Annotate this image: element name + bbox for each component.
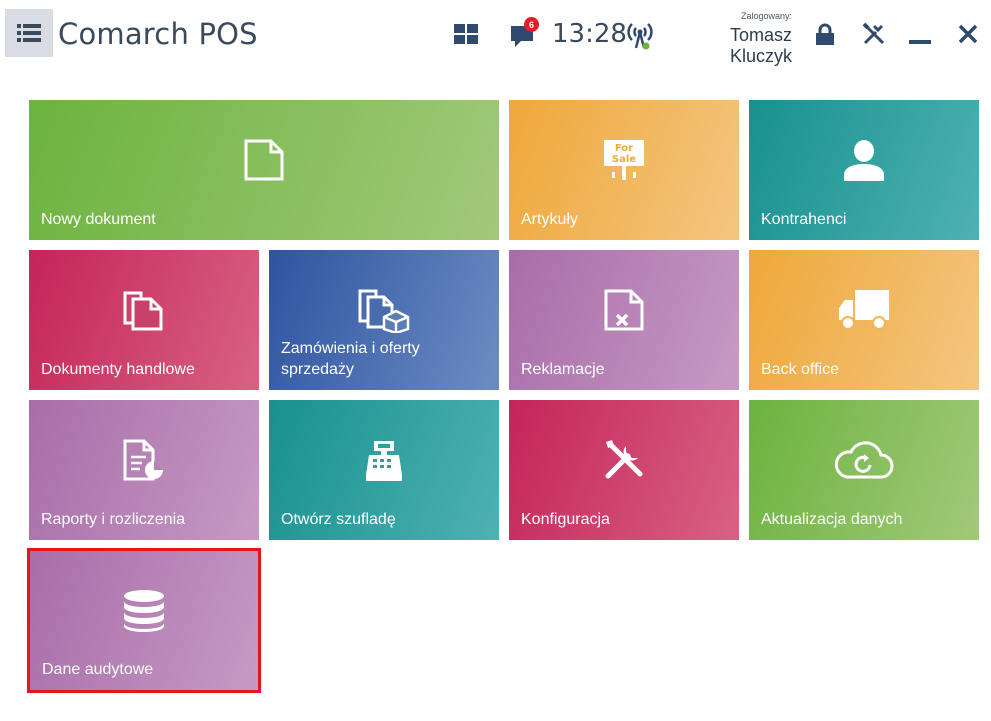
tile-label: Zamówienia i oferty sprzedaży: [281, 340, 420, 378]
antenna-icon: [627, 23, 653, 50]
documents-box-icon: [358, 289, 410, 333]
tile-konfiguracja[interactable]: Konfiguracja: [509, 400, 739, 540]
tile-label: Kontrahenci: [761, 211, 847, 228]
clock: 13:28: [552, 19, 627, 49]
menu-icon: [17, 24, 41, 42]
tile-label: Raporty i rozliczenia: [41, 511, 186, 528]
person-icon: [844, 140, 884, 181]
connection-status[interactable]: [626, 20, 654, 50]
minimize-icon: [909, 40, 931, 44]
tile-label: Otwórz szufladę: [281, 511, 396, 528]
lock-button[interactable]: [813, 22, 837, 46]
tile-kontrahenci[interactable]: Kontrahenci: [749, 100, 979, 240]
tile-label: Dokumenty handlowe: [41, 361, 195, 378]
documents-icon: [123, 291, 163, 331]
login-label: Zalogowany:: [740, 11, 792, 21]
tile-label: Aktualizacja danych: [761, 511, 903, 528]
tools-icon: [605, 440, 643, 479]
menu-button[interactable]: [5, 9, 53, 57]
close-button[interactable]: [956, 22, 980, 46]
document-icon: [244, 139, 284, 181]
tiles-view-button[interactable]: [453, 22, 479, 46]
cash-register-icon: [366, 441, 402, 481]
tile-label: Konfiguracja: [521, 511, 610, 528]
sign-text-sale: Sale: [612, 154, 636, 165]
top-bar: Comarch POS 6 13:28 Zalogowany: Tomasz K…: [0, 0, 991, 68]
tiles-icon: [454, 24, 478, 44]
tile-label: Nowy dokument: [41, 211, 156, 228]
tile-label: Artykuły: [521, 211, 578, 228]
settings-button[interactable]: [861, 21, 887, 47]
app-title: Comarch POS: [58, 17, 258, 51]
report-icon: [123, 439, 163, 481]
minimize-button[interactable]: [908, 30, 932, 46]
tile-artykuly[interactable]: For Sale Artykuły: [509, 100, 739, 240]
document-x-icon: [604, 289, 644, 331]
lock-icon: [816, 23, 834, 45]
tile-label: Back office: [761, 361, 839, 378]
tile-otworz-szuflade[interactable]: Otwórz szufladę: [269, 400, 499, 540]
tile-dokumenty-handlowe[interactable]: Dokumenty handlowe: [29, 250, 259, 390]
tile-raporty-i-rozliczenia[interactable]: Raporty i rozliczenia: [29, 400, 259, 540]
user-name[interactable]: Tomasz Kluczyk: [667, 25, 792, 67]
tile-back-office[interactable]: Back office: [749, 250, 979, 390]
sign-text-for: For: [615, 143, 633, 154]
selection-highlight: [27, 548, 261, 693]
for-sale-sign-icon: For Sale: [604, 140, 644, 180]
tile-zamowienia-i-oferty[interactable]: Zamówienia i oferty sprzedaży: [269, 250, 499, 390]
tile-label: Reklamacje: [521, 361, 605, 378]
close-icon: [958, 24, 978, 44]
notification-badge: 6: [524, 17, 539, 32]
cloud-refresh-icon: [834, 441, 894, 479]
tile-nowy-dokument[interactable]: Nowy dokument: [29, 100, 499, 240]
tile-reklamacje[interactable]: Reklamacje: [509, 250, 739, 390]
tools-icon: [862, 22, 885, 45]
truck-icon: [839, 290, 889, 330]
tile-aktualizacja-danych[interactable]: Aktualizacja danych: [749, 400, 979, 540]
